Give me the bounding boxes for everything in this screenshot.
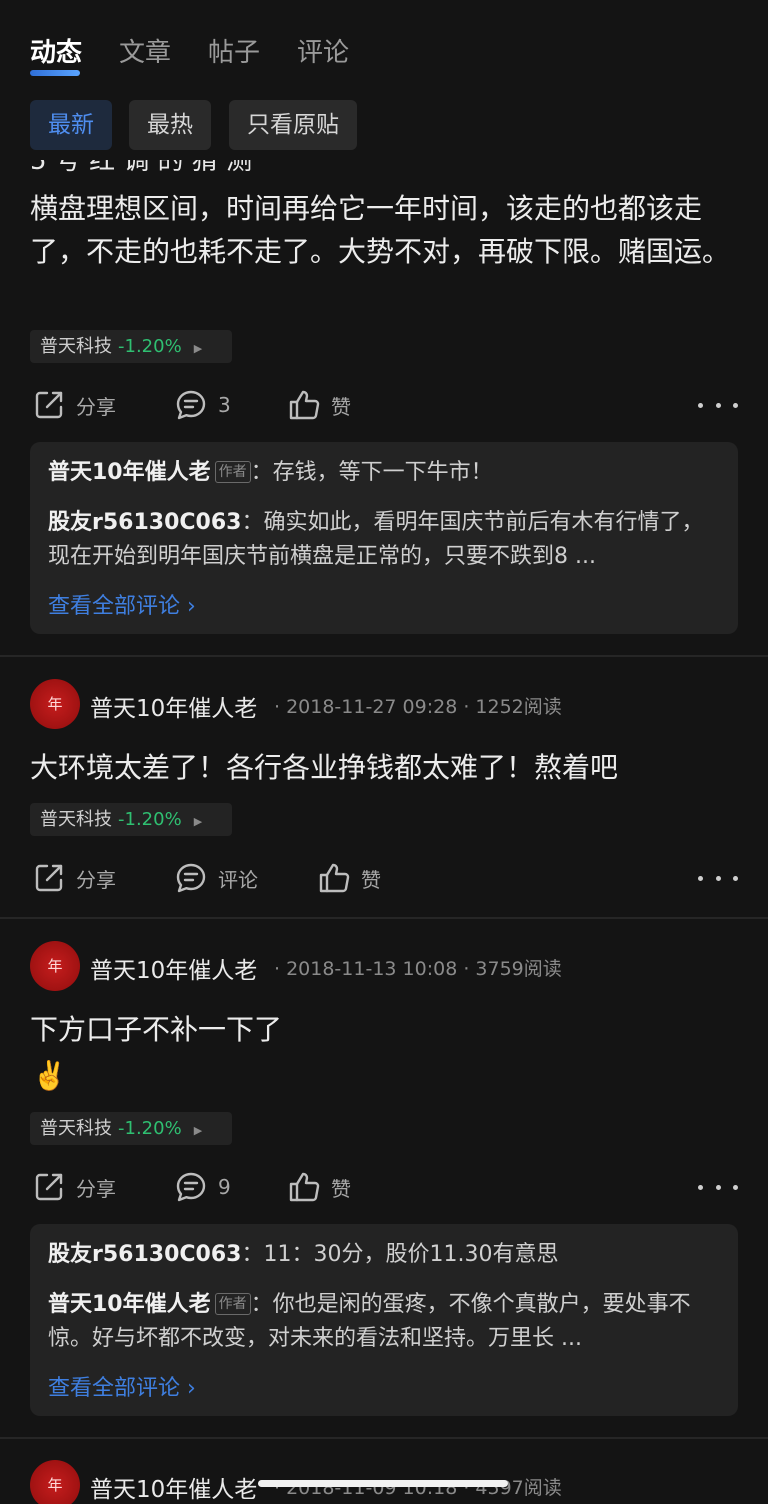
filter-bar: 最新 最热 只看原贴 bbox=[0, 96, 768, 160]
comment-user[interactable]: 股友r56130C063 bbox=[48, 510, 241, 535]
author-badge: 作者 bbox=[214, 461, 251, 483]
comment-preview: 股友r56130C063：11：30分，股价11.30有意思 普天10年催人老作… bbox=[30, 1224, 738, 1416]
comment-preview: 普天10年催人老 作者 ：存钱，等下一下牛市！ 股友r56130C063：确实如此，… bbox=[30, 442, 738, 634]
avatar[interactable]: 年 bbox=[30, 679, 80, 729]
author-name[interactable]: 普天10年催人老 bbox=[90, 689, 257, 723]
filter-original-only[interactable]: 只看原贴 bbox=[229, 100, 357, 150]
comment-text: ：11：30分，股价11.30有意思 bbox=[241, 1242, 559, 1267]
comment-item[interactable]: 普天10年催人老 作者 ：你也是闲的蛋疼，不像个真散户，要处事不惊。好与坏都不改变，… bbox=[48, 1288, 720, 1356]
comment-count: 3 bbox=[218, 393, 231, 417]
post-divider bbox=[0, 655, 768, 657]
share-icon bbox=[35, 391, 63, 419]
post-actions: 分享 3 赞 bbox=[0, 385, 768, 425]
post-meta: · 2018-11-27 09:28 · 1252阅读 bbox=[274, 696, 562, 718]
top-tab-bar: 动态 文章 帖子 评论 bbox=[0, 0, 768, 96]
comment-icon bbox=[176, 1172, 206, 1202]
more-options-button[interactable] bbox=[698, 1167, 738, 1207]
comment-text: ：存钱，等下一下牛市！ bbox=[250, 460, 493, 485]
share-button[interactable]: 分享 bbox=[32, 1167, 116, 1207]
author-name[interactable]: 普天10年催人老 bbox=[90, 1470, 257, 1504]
comment-count: 9 bbox=[218, 1175, 231, 1199]
stock-tag[interactable]: 普天科技 -1.20% ▶ bbox=[30, 330, 232, 363]
comment-button[interactable]: 9 bbox=[174, 1167, 231, 1207]
stock-name: 普天科技 bbox=[40, 809, 112, 830]
post-text: 下方口子不补一下了 bbox=[30, 1013, 283, 1046]
victory-hand-emoji: ✌️ bbox=[32, 1059, 67, 1092]
filter-latest[interactable]: 最新 bbox=[30, 100, 112, 150]
avatar[interactable]: 年 bbox=[30, 1460, 80, 1504]
tab-comments[interactable]: 评论 bbox=[297, 32, 349, 69]
post-actions: 分享 9 赞 bbox=[0, 1167, 768, 1207]
share-button[interactable]: 分享 bbox=[32, 858, 116, 898]
share-icon bbox=[35, 1173, 63, 1201]
post-text: 横盘理想区间，时间再给它一年时间，该走的也都该走了，不走的也耗不走了。大势不对，… bbox=[30, 192, 731, 268]
play-arrow-icon: ▶ bbox=[193, 815, 203, 828]
share-button[interactable]: 分享 bbox=[32, 385, 116, 425]
stock-change: -1.20% bbox=[118, 336, 182, 357]
comment-user[interactable]: 普天10年催人老 bbox=[48, 1292, 211, 1317]
view-all-comments-link[interactable]: 查看全部评论 › bbox=[48, 588, 196, 620]
thumbs-up-icon bbox=[289, 390, 320, 420]
like-button[interactable]: 赞 bbox=[287, 1167, 351, 1207]
more-options-button[interactable] bbox=[698, 858, 738, 898]
comment-icon bbox=[176, 863, 206, 893]
comment-button[interactable]: 评论 bbox=[174, 858, 258, 898]
like-label: 赞 bbox=[331, 1176, 351, 1201]
tab-active-indicator bbox=[30, 70, 80, 76]
share-label: 分享 bbox=[76, 394, 116, 419]
comment-item[interactable]: 股友r56130C063：确实如此，看明年国庆节前后有木有行情了，现在开始到明年… bbox=[48, 506, 720, 574]
stock-name: 普天科技 bbox=[40, 1118, 112, 1139]
author-badge: 作者 bbox=[214, 1293, 251, 1315]
post-divider bbox=[0, 1437, 768, 1439]
play-arrow-icon: ▶ bbox=[193, 342, 203, 355]
home-indicator[interactable] bbox=[258, 1480, 508, 1487]
tab-dynamics[interactable]: 动态 bbox=[30, 32, 82, 69]
tab-articles[interactable]: 文章 bbox=[119, 32, 171, 69]
post-divider bbox=[0, 917, 768, 919]
filter-hot[interactable]: 最热 bbox=[129, 100, 211, 150]
comment-icon bbox=[176, 390, 206, 420]
stock-tag[interactable]: 普天科技 -1.20% ▶ bbox=[30, 1112, 232, 1145]
stock-change: -1.20% bbox=[118, 1118, 182, 1139]
stock-name: 普天科技 bbox=[40, 336, 112, 357]
stock-change: -1.20% bbox=[118, 809, 182, 830]
post-meta: · 2018-11-13 10:08 · 3759阅读 bbox=[274, 958, 562, 980]
stock-tag[interactable]: 普天科技 -1.20% ▶ bbox=[30, 803, 232, 836]
author-name[interactable]: 普天10年催人老 bbox=[90, 951, 257, 985]
like-button[interactable]: 赞 bbox=[287, 385, 351, 425]
comment-item[interactable]: 股友r56130C063：11：30分，股价11.30有意思 bbox=[48, 1238, 720, 1272]
view-all-comments-link[interactable]: 查看全部评论 › bbox=[48, 1370, 196, 1402]
like-label: 赞 bbox=[331, 394, 351, 419]
tab-posts[interactable]: 帖子 bbox=[208, 32, 260, 69]
share-icon bbox=[35, 864, 63, 892]
comment-button[interactable]: 3 bbox=[174, 385, 231, 425]
comment-label: 评论 bbox=[218, 867, 258, 892]
thumbs-up-icon bbox=[319, 863, 350, 893]
like-label: 赞 bbox=[361, 867, 381, 892]
thumbs-up-icon bbox=[289, 1172, 320, 1202]
like-button[interactable]: 赞 bbox=[317, 858, 381, 898]
more-options-button[interactable] bbox=[698, 385, 738, 425]
share-label: 分享 bbox=[76, 867, 116, 892]
comment-item[interactable]: 普天10年催人老 作者 ：存钱，等下一下牛市！ bbox=[48, 456, 720, 490]
comment-user[interactable]: 普天10年催人老 bbox=[48, 460, 211, 485]
play-arrow-icon: ▶ bbox=[193, 1124, 203, 1137]
post-actions: 分享 评论 赞 bbox=[0, 858, 768, 898]
comment-user[interactable]: 股友r56130C063 bbox=[48, 1242, 241, 1267]
avatar[interactable]: 年 bbox=[30, 941, 80, 991]
post-text: 大环境太差了！各行各业挣钱都太难了！熬着吧 bbox=[30, 751, 619, 784]
share-label: 分享 bbox=[76, 1176, 116, 1201]
